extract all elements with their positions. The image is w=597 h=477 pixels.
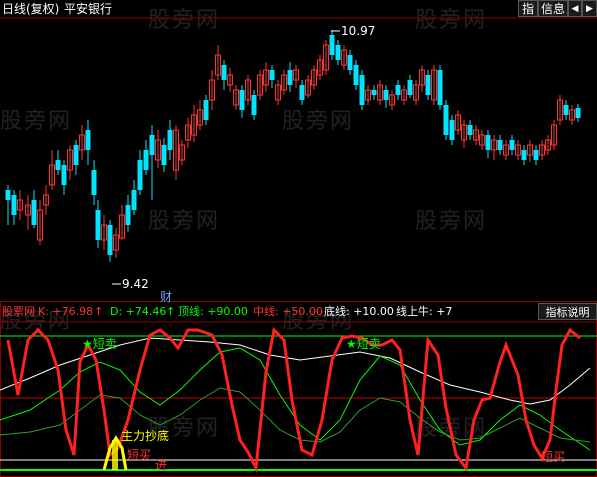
candle-body — [347, 55, 353, 70]
candle-body — [61, 165, 67, 185]
d-curve — [0, 347, 591, 451]
candle-body — [299, 85, 305, 100]
indicator-frame — [0, 301, 597, 477]
high-price-label: 10.97 — [341, 24, 376, 38]
candle-body — [5, 190, 11, 200]
candle-body — [329, 35, 335, 55]
sell-signal: ★短卖 — [346, 337, 381, 351]
buy-signal: 短买 — [127, 448, 152, 462]
k-arrow-icon: ↑ — [94, 305, 104, 318]
candle-body — [407, 80, 413, 95]
candle-body — [161, 145, 167, 165]
indicator-explain-button[interactable]: 指标说明 — [538, 303, 597, 320]
candle-body — [131, 190, 137, 210]
d-arrow-icon: ↑ — [166, 305, 176, 318]
candle-body — [269, 70, 275, 80]
candle-body — [371, 90, 377, 95]
k-value: K: +76.98 — [38, 305, 94, 318]
candle-body — [533, 150, 539, 160]
candle-body — [497, 140, 503, 150]
candle-body — [91, 170, 97, 195]
candle-body — [221, 65, 227, 80]
candle-body — [137, 160, 143, 190]
up-line-value: 线上牛: +7 — [396, 305, 453, 318]
d-value: D: +74.46 — [110, 305, 167, 318]
low-price-label: 9.42 — [122, 277, 149, 291]
candle-body — [73, 145, 79, 165]
candle-body — [425, 75, 431, 95]
candle-body — [287, 70, 293, 85]
candle-body — [239, 90, 245, 110]
candle-body — [395, 85, 401, 95]
main-bottom-signal: 主力抄底 — [121, 429, 170, 443]
candle-body — [353, 65, 359, 85]
top-line-value: 顶线: +90.00 — [178, 305, 248, 318]
candle-body — [143, 150, 149, 170]
candle-body — [125, 205, 131, 225]
candle-body — [95, 210, 101, 240]
cai-marker[interactable]: 财 — [160, 290, 172, 304]
candle-body — [437, 70, 443, 105]
candle-body — [11, 195, 17, 215]
candle-body — [575, 108, 581, 118]
candle-body — [85, 130, 91, 150]
signal-bar — [112, 440, 118, 470]
mid-line-value: 中线: +50.00 — [253, 305, 323, 318]
candle-body — [251, 95, 257, 115]
buy-signal: 短买 — [541, 450, 566, 464]
candle-body — [449, 120, 455, 140]
candle-body — [149, 135, 155, 155]
candle-body — [335, 45, 341, 60]
kline-chart[interactable] — [0, 0, 597, 477]
bottom-line-value: 底线: +10.00 — [324, 305, 394, 318]
candle-body — [521, 150, 527, 160]
candle-body — [485, 135, 491, 150]
candle-body — [443, 105, 449, 135]
candle-body — [203, 100, 209, 120]
candle-body — [467, 125, 473, 135]
candle-body — [167, 130, 173, 150]
candle-body — [509, 140, 515, 150]
candle-body — [31, 200, 37, 225]
buy-enter-signal: 进 — [155, 458, 168, 472]
candle-body — [359, 75, 365, 105]
candle-body — [55, 160, 61, 170]
candle-body — [107, 225, 113, 255]
candle-body — [383, 90, 389, 100]
candle-body — [563, 105, 569, 115]
indicator-name[interactable]: 股票网 — [2, 305, 35, 319]
sell-signal: ★短卖 — [82, 337, 117, 351]
